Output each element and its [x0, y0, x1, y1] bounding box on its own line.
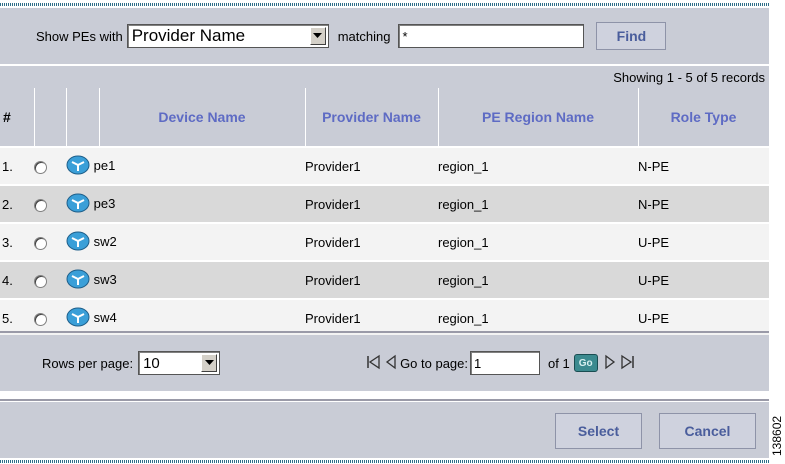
row-radio[interactable] — [34, 160, 47, 174]
device-name: sw2 — [93, 233, 117, 249]
col-header-number: # — [0, 88, 35, 147]
col-header-icon — [66, 88, 100, 147]
row-radio[interactable] — [34, 312, 47, 326]
device-name: sw4 — [93, 309, 117, 325]
device-name: pe3 — [93, 195, 116, 211]
role-type: N-PE — [638, 146, 769, 185]
device-name: pe1 — [93, 157, 116, 173]
device-cell: sw3 — [66, 260, 305, 299]
provider-name: Provider1 — [305, 260, 438, 299]
row-radio[interactable] — [34, 274, 47, 288]
device-icon — [66, 231, 90, 254]
pager-bar: Rows per page: 10 Go to page: of 1 Go — [0, 331, 769, 391]
provider-name: Provider1 — [305, 146, 438, 185]
records-bar: Showing 1 - 5 of 5 records — [0, 66, 769, 88]
first-page-icon[interactable] — [366, 354, 382, 373]
rows-per-page-select[interactable]: 10 — [138, 351, 221, 375]
device-cell: pe3 — [66, 184, 305, 223]
col-header-radio — [34, 88, 67, 147]
row-number: 3. — [0, 222, 34, 261]
dropdown-arrow-icon[interactable] — [201, 354, 218, 372]
row-number: 4. — [0, 260, 34, 299]
matching-label: matching — [337, 28, 391, 44]
col-header-pe-region-name[interactable]: PE Region Name — [438, 88, 639, 147]
col-header-provider-name[interactable]: Provider Name — [305, 88, 439, 147]
row-number: 2. — [0, 184, 34, 223]
last-page-icon[interactable] — [619, 354, 635, 373]
divider — [0, 399, 769, 401]
find-button[interactable]: Find — [596, 22, 667, 50]
field-select-value: Provider Name — [131, 26, 246, 45]
table-row[interactable]: 1. pe1 Provider1 region_1 N-PE — [0, 146, 769, 185]
page-input[interactable] — [470, 351, 541, 375]
device-icon — [66, 269, 90, 292]
row-radio[interactable] — [34, 236, 47, 250]
col-header-device-name[interactable]: Device Name — [99, 88, 306, 147]
bottom-border — [0, 460, 769, 463]
table-header-row: # Device Name Provider Name PE Region Na… — [0, 88, 770, 147]
action-bar: Select Cancel — [0, 399, 769, 458]
figure-id: 138602 — [770, 415, 784, 456]
radio-cell — [34, 222, 66, 261]
go-to-page-label: Go to page: — [400, 355, 469, 371]
region-name: region_1 — [438, 222, 638, 261]
region-name: region_1 — [438, 146, 638, 185]
table-row[interactable]: 4. sw3 Provider1 region_1 U-PE — [0, 260, 769, 299]
radio-cell — [34, 184, 66, 223]
table-row[interactable]: 3. sw2 Provider1 region_1 U-PE — [0, 222, 769, 261]
matching-input[interactable] — [398, 24, 585, 48]
rows-per-page-label: Rows per page: — [42, 355, 134, 371]
page-total: of 1 — [548, 355, 570, 371]
prev-page-icon[interactable] — [385, 354, 397, 373]
device-name: sw3 — [93, 271, 117, 287]
region-name: region_1 — [438, 260, 638, 299]
device-icon — [66, 155, 90, 178]
radio-cell — [34, 260, 66, 299]
next-page-icon[interactable] — [604, 354, 616, 373]
pe-selector-dialog: Show PEs with Provider Name matching Fin… — [0, 0, 770, 464]
device-cell: sw2 — [66, 222, 305, 261]
rows-per-page-value: 10 — [143, 354, 160, 372]
top-border — [0, 3, 769, 6]
filter-bar: Show PEs with Provider Name matching Fin… — [0, 8, 769, 64]
select-button[interactable]: Select — [555, 413, 642, 449]
col-header-role-type[interactable]: Role Type — [638, 88, 770, 147]
role-type: N-PE — [638, 184, 769, 223]
role-type: U-PE — [638, 260, 769, 299]
dropdown-arrow-icon[interactable] — [309, 27, 326, 45]
device-cell: pe1 — [66, 146, 305, 185]
device-icon — [66, 193, 90, 216]
provider-name: Provider1 — [305, 222, 438, 261]
table-row[interactable]: 2. pe3 Provider1 region_1 N-PE — [0, 184, 769, 223]
provider-name: Provider1 — [305, 184, 438, 223]
field-select[interactable]: Provider Name — [126, 24, 329, 48]
row-number: 1. — [0, 146, 34, 185]
show-pes-label: Show PEs with — [36, 28, 123, 44]
row-radio[interactable] — [34, 198, 47, 212]
go-button[interactable]: Go — [573, 354, 598, 372]
role-type: U-PE — [638, 222, 769, 261]
cancel-button[interactable]: Cancel — [659, 413, 756, 449]
region-name: region_1 — [438, 184, 638, 223]
divider — [0, 331, 769, 333]
radio-cell — [34, 146, 66, 185]
records-count: Showing 1 - 5 of 5 records — [613, 69, 765, 85]
device-icon — [66, 307, 90, 330]
pe-table: # Device Name Provider Name PE Region Na… — [0, 88, 770, 336]
